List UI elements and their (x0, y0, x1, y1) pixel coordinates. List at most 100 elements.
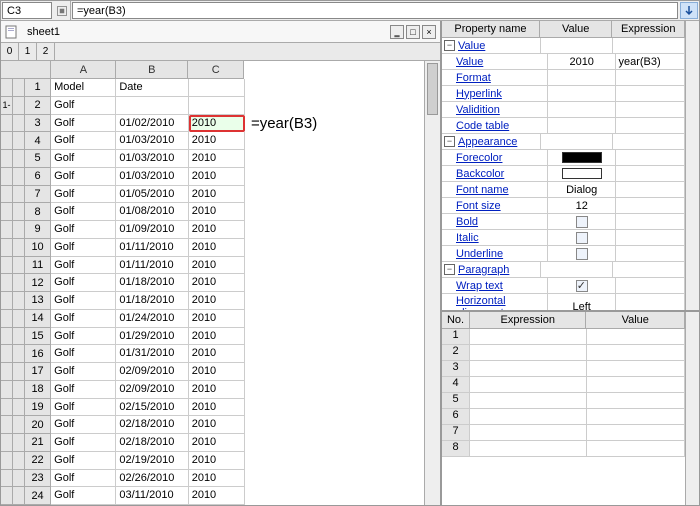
cell[interactable]: 2010 (189, 274, 245, 292)
row-outline-toggle[interactable] (1, 381, 13, 399)
cell[interactable]: 2010 (189, 221, 245, 239)
expr-row-number[interactable]: 4 (442, 377, 470, 392)
cell[interactable]: 01/11/2010 (116, 257, 188, 275)
expr-row-value[interactable] (587, 441, 685, 456)
cell[interactable]: 2010 (189, 186, 245, 204)
row-outline-toggle[interactable] (1, 416, 13, 434)
row-outline-toggle[interactable] (13, 97, 25, 115)
cell[interactable]: Golf (51, 452, 116, 470)
cell[interactable] (116, 97, 188, 115)
row-header[interactable]: 16 (25, 345, 51, 363)
row-outline-toggle[interactable] (1, 310, 13, 328)
row-outline-toggle[interactable] (1, 487, 13, 505)
cell[interactable]: Golf (51, 186, 116, 204)
property-name[interactable]: Font name (456, 184, 509, 196)
cell[interactable]: 2010 (189, 363, 245, 381)
cell-reference-input[interactable] (2, 2, 52, 19)
property-name[interactable]: Hyperlink (456, 88, 502, 100)
cell[interactable] (189, 79, 245, 97)
row-outline-toggle[interactable] (13, 239, 25, 257)
property-name[interactable]: Format (456, 72, 491, 84)
cell[interactable]: Golf (51, 470, 116, 488)
expr-row-expression[interactable] (470, 361, 587, 376)
cell[interactable]: 03/11/2010 (116, 487, 188, 505)
row-header[interactable]: 24 (25, 487, 51, 505)
property-group[interactable]: −Paragraph (442, 262, 541, 277)
property-name[interactable]: Horizontal alignment (456, 295, 545, 310)
cell[interactable]: Golf (51, 274, 116, 292)
tree-toggle-icon[interactable]: − (444, 40, 455, 51)
pane-close-button[interactable]: × (422, 25, 436, 39)
property-group[interactable]: −Appearance (442, 134, 541, 149)
cell[interactable]: Golf (51, 328, 116, 346)
cell[interactable]: Golf (51, 399, 116, 417)
outline-level-0[interactable]: 0 (1, 43, 19, 60)
expr-row-value[interactable] (587, 409, 685, 424)
row-outline-toggle[interactable] (1, 328, 13, 346)
expr-row-value[interactable] (587, 361, 685, 376)
cell[interactable]: Golf (51, 221, 116, 239)
outline-level-2[interactable]: 2 (37, 43, 55, 60)
row-header[interactable]: 23 (25, 470, 51, 488)
cell[interactable]: 02/26/2010 (116, 470, 188, 488)
cell[interactable]: Golf (51, 345, 116, 363)
cell[interactable]: 2010 (189, 257, 245, 275)
property-expression[interactable]: year(B3) (618, 56, 660, 68)
property-row[interactable]: Forecolor (442, 150, 548, 165)
property-name[interactable]: Forecolor (456, 152, 502, 164)
property-value[interactable]: 12 (576, 200, 588, 212)
expr-row-value[interactable] (587, 345, 685, 360)
row-outline-toggle[interactable] (13, 310, 25, 328)
cell[interactable]: 2010 (189, 168, 245, 186)
expr-row-number[interactable]: 5 (442, 393, 470, 408)
property-name[interactable]: Value (456, 56, 483, 68)
tree-toggle-icon[interactable]: − (444, 136, 455, 147)
property-row[interactable]: Font name (442, 182, 548, 197)
cell[interactable]: Golf (51, 381, 116, 399)
cell[interactable]: 2010 (189, 150, 245, 168)
row-outline-toggle[interactable] (1, 132, 13, 150)
expr-list-scrollbar[interactable] (685, 312, 699, 505)
row-outline-toggle[interactable] (13, 434, 25, 452)
select-all-corner[interactable] (1, 61, 51, 79)
cell[interactable]: 01/18/2010 (116, 292, 188, 310)
cell[interactable]: Golf (51, 434, 116, 452)
cell[interactable]: 02/18/2010 (116, 416, 188, 434)
row-header[interactable]: 14 (25, 310, 51, 328)
vertical-scrollbar[interactable] (424, 61, 440, 505)
cell[interactable]: 2010 (189, 399, 245, 417)
row-outline-toggle[interactable] (1, 257, 13, 275)
property-group[interactable]: −Value (442, 38, 541, 53)
property-name[interactable]: Backcolor (456, 168, 504, 180)
col-header-B[interactable]: B (116, 61, 188, 79)
expr-row-expression[interactable] (470, 377, 587, 392)
cell[interactable]: Date (116, 79, 188, 97)
property-row[interactable]: Horizontal alignment (442, 294, 548, 310)
row-header[interactable]: 4 (25, 132, 51, 150)
property-name[interactable]: Bold (456, 216, 478, 228)
cell[interactable]: 01/05/2010 (116, 186, 188, 204)
cell[interactable]: 02/09/2010 (116, 363, 188, 381)
row-outline-toggle[interactable] (13, 132, 25, 150)
row-outline-toggle[interactable] (13, 186, 25, 204)
row-outline-toggle[interactable] (1, 203, 13, 221)
cell[interactable]: 2010 (189, 292, 245, 310)
cell[interactable]: 2010 (189, 381, 245, 399)
cell[interactable]: 01/11/2010 (116, 239, 188, 257)
row-outline-toggle[interactable] (13, 257, 25, 275)
row-header[interactable]: 11 (25, 257, 51, 275)
property-value[interactable]: Dialog (566, 184, 597, 196)
cell[interactable]: 2010 (189, 345, 245, 363)
property-row[interactable]: Underline (442, 246, 548, 261)
color-swatch[interactable] (562, 168, 602, 179)
row-outline-toggle[interactable] (1, 186, 13, 204)
expr-row-number[interactable]: 1 (442, 329, 470, 344)
row-header[interactable]: 21 (25, 434, 51, 452)
row-outline-toggle[interactable] (1, 399, 13, 417)
sheet-tab[interactable]: sheet1 (23, 25, 64, 39)
checkbox[interactable] (576, 232, 588, 244)
property-name[interactable]: Wrap text (456, 280, 503, 292)
property-value[interactable]: 2010 (569, 56, 593, 68)
row-header[interactable]: 3 (25, 115, 51, 133)
col-header-C[interactable]: C (188, 61, 244, 79)
